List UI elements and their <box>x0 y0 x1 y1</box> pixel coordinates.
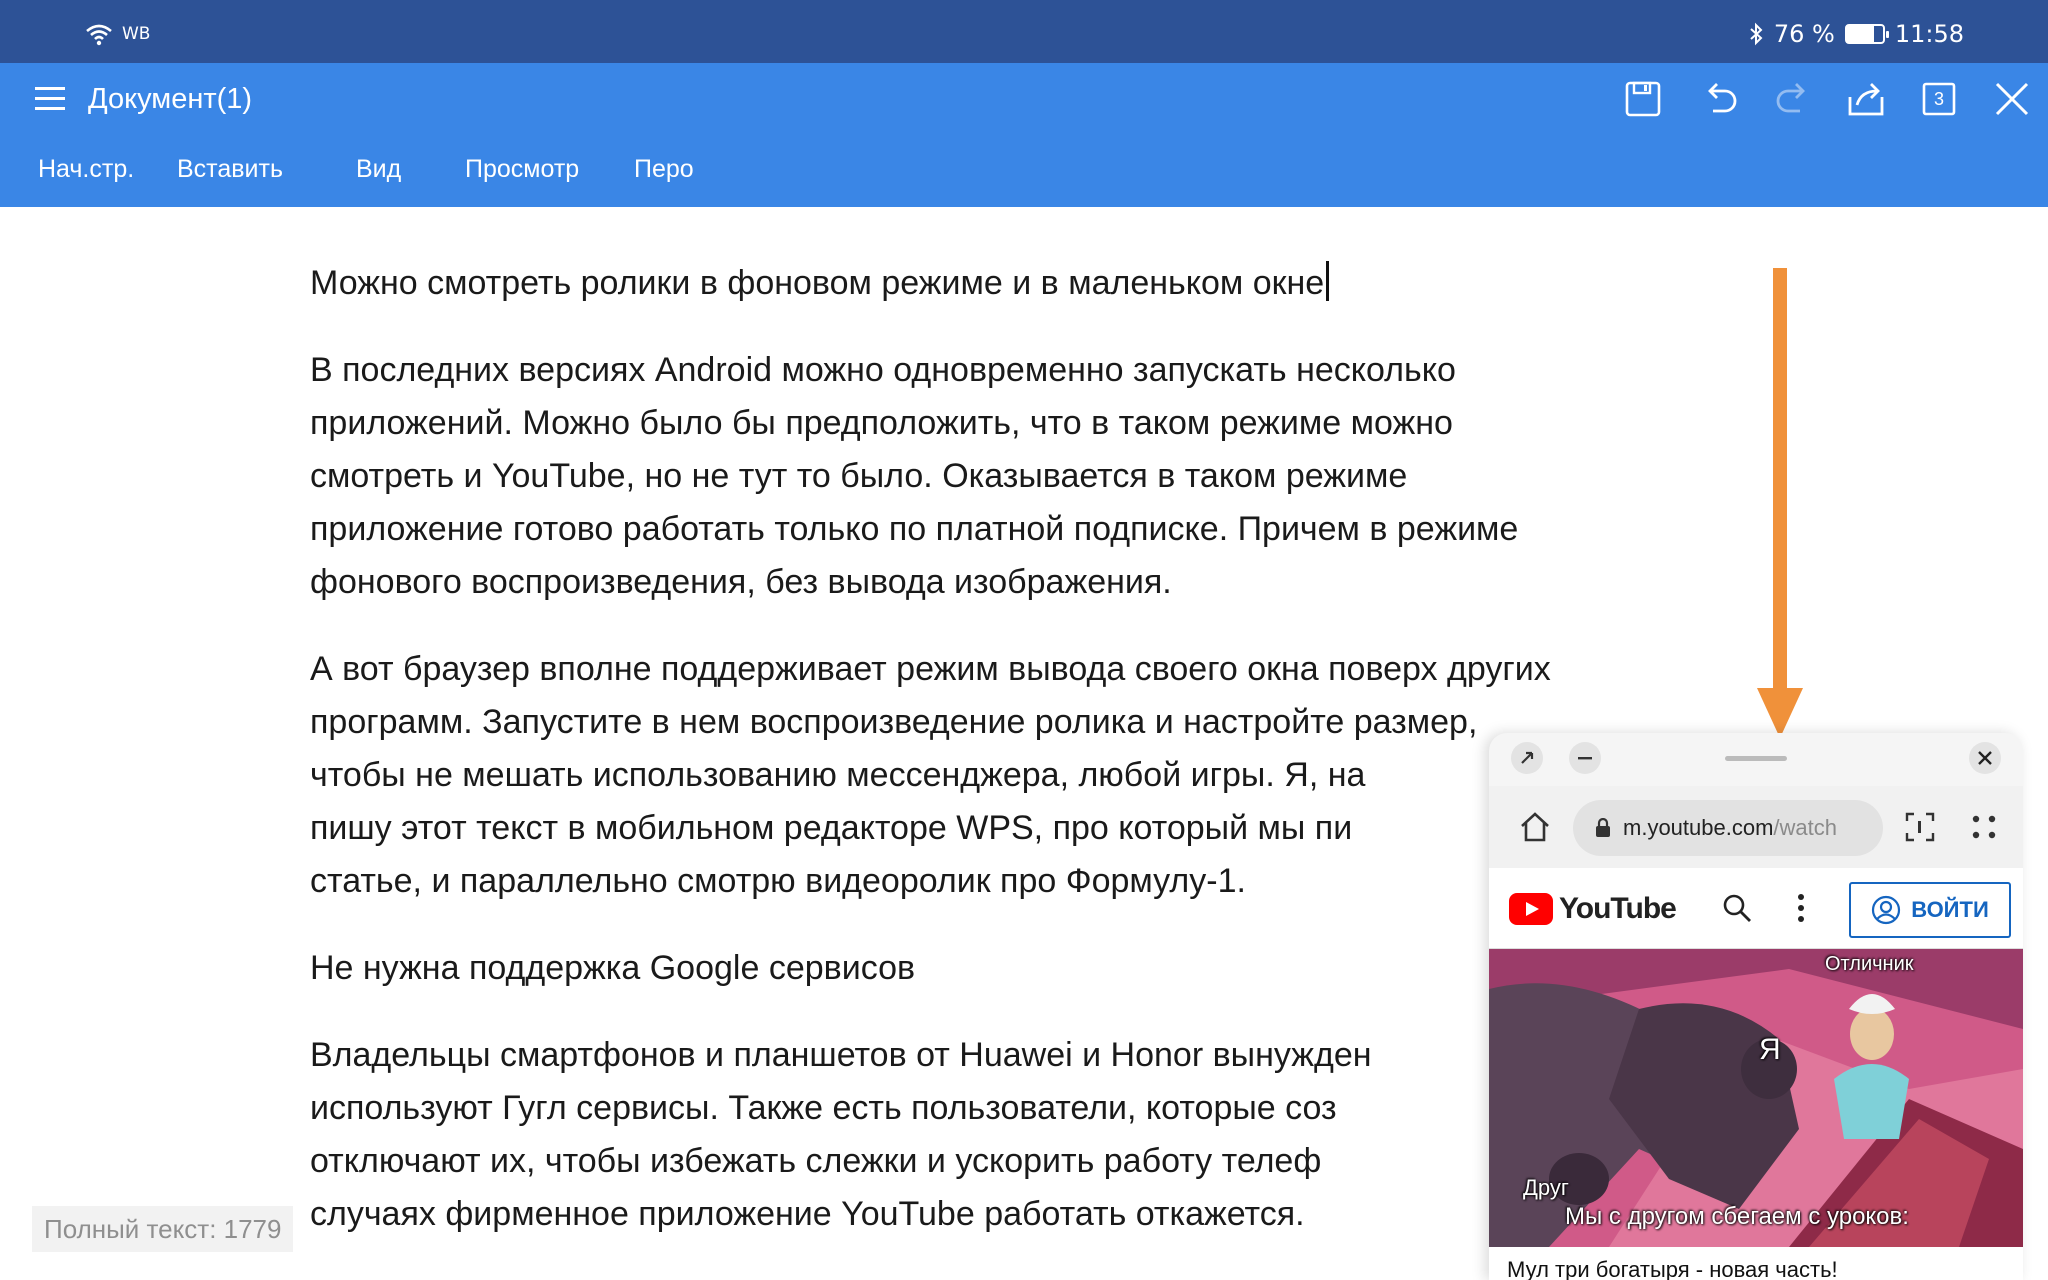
menu-button[interactable] <box>34 82 66 114</box>
redo-icon <box>1776 83 1805 113</box>
close-icon <box>1995 82 2029 116</box>
lock-icon <box>1596 818 1610 837</box>
menu-icon <box>35 87 65 110</box>
minus-icon <box>1578 757 1592 760</box>
wifi-icon <box>86 24 112 46</box>
carrier-label: WB <box>122 24 151 44</box>
paragraph-android[interactable]: В последних версиях Android можно одновр… <box>310 344 1750 609</box>
floating-close-button[interactable] <box>1969 742 2001 774</box>
battery-fill <box>1846 26 1875 42</box>
tabs-icon[interactable] <box>1905 812 1935 842</box>
youtube-header: YouTube ВОЙТИ <box>1489 868 2023 949</box>
document-title[interactable]: Документ(1) <box>88 83 252 116</box>
clock: 11:58 <box>1894 20 1964 48</box>
word-count-label[interactable]: Полный текст: 1779 <box>32 1206 294 1252</box>
url-host: m.youtube.com <box>1623 815 1774 840</box>
share-icon <box>1848 83 1884 116</box>
battery-percent: 76 % <box>1773 20 1835 48</box>
login-button[interactable]: ВОЙТИ <box>1849 882 2011 938</box>
url-path: /watch <box>1773 815 1837 840</box>
save-button[interactable] <box>1623 79 1663 119</box>
save-icon <box>1625 81 1661 117</box>
bluetooth-icon <box>1750 22 1763 46</box>
floating-browser-window[interactable]: m.youtube.com/watch YouTube ВОЙТИ Отличн… <box>1489 733 2023 1280</box>
account-icon <box>1872 895 1901 925</box>
address-input[interactable]: m.youtube.com/watch <box>1573 800 1883 856</box>
share-button[interactable] <box>1846 79 1886 119</box>
tab-home[interactable]: Нач.стр. <box>38 155 134 184</box>
annotation-arrow-icon <box>1757 268 1803 738</box>
tab-insert[interactable]: Вставить <box>177 155 283 184</box>
kebab-menu-icon[interactable] <box>1796 893 1806 923</box>
video-label-top: Отличник <box>1825 953 1914 975</box>
close-icon <box>1978 751 1992 765</box>
video-subtitle: Мы с другом сбегаем с уроков: <box>1565 1203 1909 1230</box>
drag-handle[interactable] <box>1725 756 1787 761</box>
video-label-friend: Друг <box>1523 1175 1569 1200</box>
undo-icon <box>1708 83 1737 113</box>
minimize-button[interactable] <box>1569 742 1601 774</box>
text-cursor <box>1326 261 1330 301</box>
battery-icon <box>1844 24 1889 44</box>
redo-button[interactable] <box>1773 79 1813 119</box>
close-button[interactable] <box>1992 79 2032 119</box>
home-icon[interactable] <box>1518 810 1552 844</box>
tab-pen[interactable]: Перо <box>634 155 694 184</box>
video-title[interactable]: Мул три богатыря - новая часть! <box>1489 1247 2023 1280</box>
video-player[interactable]: Отличник Я Друг Мы с другом сбегаем с ур… <box>1489 949 2023 1247</box>
heading-background-playback[interactable]: Можно смотреть ролики в фоновом режиме и… <box>310 257 1750 310</box>
expand-icon <box>1521 751 1534 764</box>
app-bar: Документ(1) 3 Нач.стр. Вставить Вид Прос… <box>0 63 2048 207</box>
tab-review[interactable]: Просмотр <box>465 155 579 184</box>
youtube-play-icon <box>1509 893 1553 925</box>
more-grid-icon[interactable] <box>1971 814 1997 840</box>
search-icon[interactable] <box>1722 893 1752 923</box>
pages-button[interactable]: 3 <box>1919 79 1959 119</box>
fullscreen-button[interactable] <box>1511 742 1543 774</box>
youtube-logo[interactable]: YouTube <box>1509 892 1677 926</box>
status-bar: WB 76 % 11:58 <box>0 0 2048 63</box>
floating-window-header[interactable] <box>1489 733 2023 786</box>
tab-view[interactable]: Вид <box>356 155 401 184</box>
browser-url-bar: m.youtube.com/watch <box>1489 786 2023 868</box>
video-label-me: Я <box>1759 1033 1781 1066</box>
undo-button[interactable] <box>1700 79 1740 119</box>
pages-count: 3 <box>1933 88 1944 109</box>
